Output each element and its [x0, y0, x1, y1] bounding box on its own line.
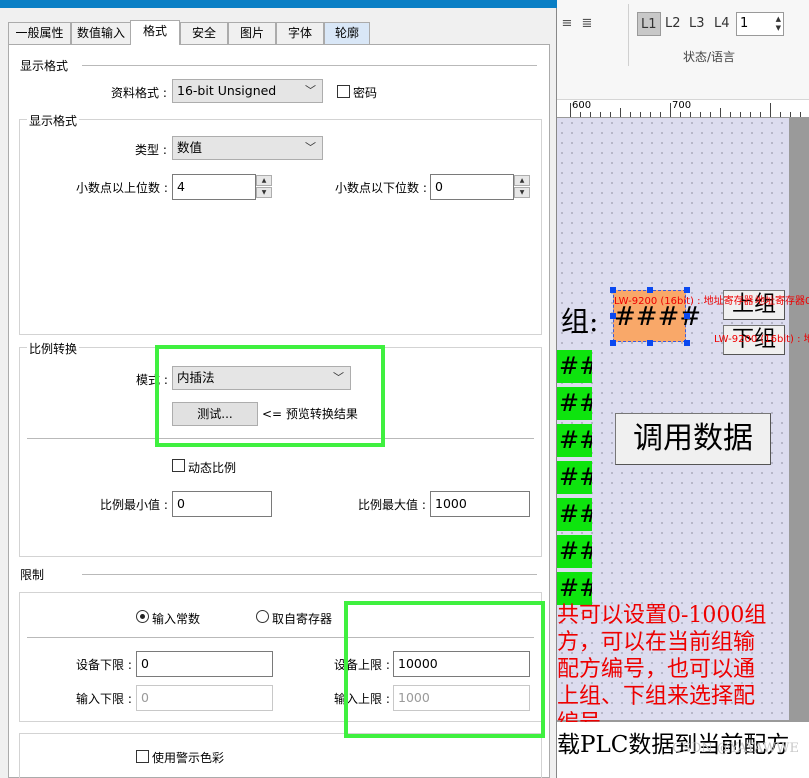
- recipe-cell[interactable]: ##: [557, 350, 592, 383]
- resize-handle[interactable]: [610, 340, 616, 346]
- recipe-cell[interactable]: ##: [557, 572, 592, 605]
- spin-arrows-icon[interactable]: ▲ ▼: [776, 15, 781, 33]
- tab-format[interactable]: 格式: [130, 20, 180, 45]
- level-l4-button[interactable]: L4: [714, 12, 730, 36]
- chevron-down-icon: ﹀: [305, 84, 316, 97]
- dynamic-scaling-checkbox[interactable]: [172, 459, 185, 472]
- type-label: 类型 :: [135, 143, 167, 157]
- load-plc-text: 载PLC数据到当前配方 CSDN @YAYAWWE: [557, 722, 809, 778]
- address-tag: LW-9200 (16bit) : 地址寄存器: [614, 296, 754, 307]
- ribbon: ≡ ≣ L1 L2 L3 L4 1 ▲ ▼ 状态/语言: [557, 0, 809, 100]
- recipe-cell[interactable]: ##: [557, 535, 592, 568]
- alarm-color-checkbox[interactable]: [136, 750, 149, 763]
- alarm-color-group: [19, 733, 542, 778]
- align-center-icon[interactable]: ≣: [577, 14, 597, 34]
- ruler-label-600: 600: [572, 100, 592, 111]
- address-tag-overlap: 地址寄存器0 : 地: [755, 296, 809, 307]
- ruler-label-700: 700: [672, 100, 692, 111]
- level-l2-button[interactable]: L2: [665, 12, 681, 36]
- spin-up-icon[interactable]: ▲: [514, 175, 530, 186]
- tab-security[interactable]: 安全: [180, 22, 228, 44]
- dynamic-scaling-label: 动态比例: [188, 461, 237, 475]
- group-title-display-format: 显示格式: [27, 112, 80, 129]
- int-digits-spinner[interactable]: ▲ ▼: [256, 175, 272, 199]
- tab-picture[interactable]: 图片: [228, 22, 276, 44]
- from-register-label: 取自寄存器: [272, 612, 333, 626]
- level-l3-button[interactable]: L3: [689, 12, 705, 36]
- scale-max-input[interactable]: 1000: [430, 491, 530, 517]
- tab-general[interactable]: 一般属性: [8, 22, 71, 44]
- level-spinner[interactable]: 1 ▲ ▼: [736, 12, 784, 36]
- recipe-cell[interactable]: ##: [557, 424, 592, 457]
- input-low-label: 输入下限 :: [76, 692, 132, 706]
- type-select[interactable]: 数值 ﹀: [172, 136, 323, 160]
- annotation-box: [155, 345, 385, 447]
- address-tag: LW-9200 (16bit) : 地: [714, 334, 809, 345]
- spin-up-icon[interactable]: ▲: [256, 175, 272, 186]
- password-label: 密码: [353, 86, 378, 100]
- tab-numeric-input[interactable]: 数值输入: [71, 22, 131, 44]
- chevron-down-icon: ﹀: [305, 141, 316, 154]
- section-title-display-format: 显示格式: [20, 59, 69, 73]
- annotation-box: [344, 601, 545, 738]
- tab-font[interactable]: 字体: [276, 22, 324, 44]
- call-data-button[interactable]: 调用数据: [615, 413, 771, 465]
- resize-handle[interactable]: [684, 340, 690, 346]
- device-low-label: 设备下限 :: [76, 658, 132, 672]
- scale-min-label: 比例最小值 :: [100, 498, 168, 512]
- dec-digits-spinner[interactable]: ▲ ▼: [514, 175, 530, 199]
- watermark: CSDN @YAYAWWE: [672, 741, 799, 756]
- note-text: 共可以设置0-1000组 方，可以在当前组输 配方编号，也可以通 上组、下组来选…: [557, 603, 767, 736]
- input-constant-radio[interactable]: [136, 610, 149, 623]
- int-digits-input[interactable]: 4: [172, 174, 256, 200]
- password-checkbox[interactable]: [337, 85, 350, 98]
- level-l1-button[interactable]: L1: [637, 12, 661, 36]
- group-label: 组:: [561, 305, 599, 338]
- align-left-icon[interactable]: ≡: [557, 14, 577, 34]
- alarm-color-label: 使用警示色彩: [152, 751, 225, 765]
- scale-min-input[interactable]: 0: [172, 491, 272, 517]
- spin-down-icon[interactable]: ▼: [514, 187, 530, 198]
- recipe-cell[interactable]: ##: [557, 387, 592, 420]
- tab-outline[interactable]: 轮廓: [324, 22, 370, 44]
- group-title-scaling: 比例转换: [27, 340, 80, 357]
- resize-handle[interactable]: [647, 340, 653, 346]
- spin-down-icon[interactable]: ▼: [256, 187, 272, 198]
- from-register-radio[interactable]: [256, 610, 269, 623]
- scale-max-label: 比例最大值 :: [358, 498, 426, 512]
- resize-handle[interactable]: [684, 313, 690, 319]
- input-low-field: 0: [136, 685, 273, 711]
- section-title-limits: 限制: [20, 568, 45, 582]
- ribbon-group-label: 状态/语言: [683, 50, 736, 64]
- device-low-input[interactable]: 0: [136, 651, 273, 677]
- dialog-title-bar[interactable]: [0, 0, 557, 8]
- resize-handle[interactable]: [610, 313, 616, 319]
- dec-digits-input[interactable]: 0: [430, 174, 514, 200]
- dec-digits-label: 小数点以下位数 :: [335, 181, 427, 195]
- data-format-label: 资料格式 :: [111, 86, 167, 100]
- recipe-cell[interactable]: ##: [557, 498, 592, 531]
- int-digits-label: 小数点以上位数 :: [76, 181, 168, 195]
- horizontal-ruler: 600 700: [557, 100, 809, 118]
- data-format-select[interactable]: 16-bit Unsigned ﹀: [172, 79, 323, 103]
- input-constant-label: 输入常数: [152, 612, 201, 626]
- recipe-cell[interactable]: ##: [557, 461, 592, 494]
